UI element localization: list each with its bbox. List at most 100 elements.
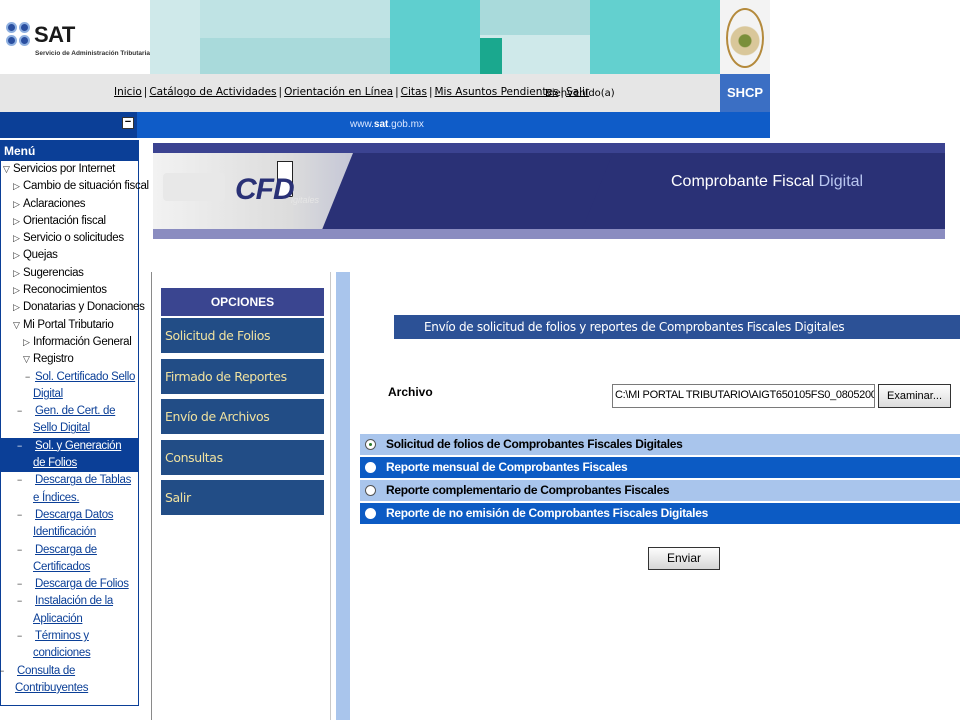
logo-subtitle: Servicio de Administración Tributaria: [35, 50, 150, 57]
sidebar-item-label: Aclaraciones: [23, 197, 86, 210]
sidebar-item-label: Mi Portal Tributario: [23, 318, 114, 331]
cfd-bottom-band: [153, 239, 945, 256]
option-salir[interactable]: Salir: [161, 480, 324, 515]
top-nav: Inicio | Catálogo de Actividades | Orientaci…: [0, 74, 720, 112]
file-path-input[interactable]: C:\MI PORTAL TRIBUTARIO\AIGT650105FS0_08…: [612, 384, 875, 408]
sidebar-link[interactable]: Términos y condiciones: [33, 630, 91, 659]
cfd-title-accent: Digital: [818, 173, 864, 190]
radio-icon[interactable]: [365, 508, 376, 519]
sidebar-link[interactable]: Sol. y Generación de Folios: [33, 440, 122, 469]
sidebar-item-sol-certificado[interactable]: − Sol. Certificado Sello Digital: [1, 369, 138, 404]
dash-icon: −: [17, 440, 22, 451]
section-title: Envío de solicitud de folios y reportes …: [394, 315, 960, 339]
sidebar-item-descarga-certificados[interactable]: − Descarga de Certificados: [1, 542, 138, 577]
dash-icon: −: [17, 544, 22, 555]
site-url: www.sat.gob.mx: [350, 119, 424, 130]
collapse-icon[interactable]: −: [122, 117, 134, 129]
sidebar-menu: Menú ▽ Servicios por Internet ▷ Cambio de …: [0, 140, 149, 706]
nav-link-catalogo[interactable]: Catálogo de Actividades: [149, 86, 276, 98]
nav-link-orientacion[interactable]: Orientación en Línea: [284, 86, 393, 98]
sidebar-item-servicio[interactable]: ▷ Servicio o solicitudes: [1, 230, 138, 247]
options-title: OPCIONES: [161, 288, 324, 316]
dash-icon: −: [25, 371, 30, 382]
sidebar-item-terminos[interactable]: − Términos y condiciones: [1, 628, 138, 663]
option-envio-archivos[interactable]: Envío de Archivos: [161, 399, 324, 434]
sidebar-link[interactable]: Descarga de Tablas e Índices.: [33, 474, 131, 503]
sidebar-item-label: Reconocimientos: [23, 284, 107, 297]
sidebar-link[interactable]: Descarga de Certificados: [33, 544, 97, 573]
sidebar-link[interactable]: Descarga Datos Identificación: [33, 509, 114, 538]
option-solicitud-folios[interactable]: Solicitud de Folios: [161, 318, 324, 353]
tree-collapsed-icon: ▷: [13, 302, 20, 313]
sidebar-item-cambio[interactable]: ▷ Cambio de situación fiscal: [1, 178, 149, 195]
send-button[interactable]: Enviar: [648, 547, 720, 570]
browse-button[interactable]: Examinar...: [878, 384, 951, 408]
radio-icon[interactable]: [365, 439, 376, 450]
shcp-button[interactable]: SHCP: [720, 74, 770, 112]
sidebar-item-label: Información General: [33, 335, 132, 348]
radio-option-solicitud[interactable]: Solicitud de folios de Comprobantes Fisc…: [360, 434, 960, 455]
sidebar-item-descarga-tablas[interactable]: − Descarga de Tablas e Índices.: [1, 472, 138, 507]
tree-collapsed-icon: ▷: [13, 267, 20, 278]
tree-collapsed-icon: ▷: [13, 198, 20, 209]
sidebar-item-label: Orientación fiscal: [23, 214, 106, 227]
sidebar-item-informacion[interactable]: ▷ Información General: [1, 334, 138, 351]
sidebar-item-label: Registro: [33, 353, 74, 366]
nav-link-inicio[interactable]: Inicio: [114, 86, 142, 98]
radio-icon[interactable]: [365, 485, 376, 496]
radio-option-no-emision[interactable]: Reporte de no emisión de Comprobantes Fi…: [360, 503, 960, 524]
file-label: Archivo: [388, 385, 433, 399]
radio-label: Reporte de no emisión de Comprobantes Fi…: [386, 506, 708, 520]
sidebar-item-label: Sugerencias: [23, 266, 84, 279]
sidebar-item-portal[interactable]: ▽ Mi Portal Tributario: [1, 317, 138, 334]
radio-icon[interactable]: [365, 462, 376, 473]
url-bar-left: [0, 112, 137, 138]
sidebar-item-instalacion[interactable]: − Instalación de la Aplicación: [1, 593, 138, 628]
cfd-logo-sub: igitales: [291, 195, 320, 205]
nav-link-asuntos[interactable]: Mis Asuntos Pendientes: [435, 86, 559, 98]
sidebar-item-consulta[interactable]: − Consulta de Contribuyentes: [0, 663, 138, 698]
sidebar-item-gen-cert[interactable]: − Gen. de Cert. de Sello Digital: [1, 403, 138, 438]
sidebar-item-quejas[interactable]: ▷ Quejas: [1, 247, 138, 264]
url-suffix: .gob.mx: [388, 119, 424, 130]
sidebar-item-donatarias[interactable]: ▷ Donatarias y Donaciones: [1, 299, 145, 316]
sidebar-item-descarga-folios[interactable]: − Descarga de Folios: [1, 576, 138, 593]
cfd-shape: [322, 153, 613, 229]
radio-label: Reporte mensual de Comprobantes Fiscales: [386, 460, 628, 474]
dash-icon: −: [17, 596, 22, 607]
dash-icon: −: [17, 631, 22, 642]
sidebar-item-servicios[interactable]: ▽ Servicios por Internet: [1, 161, 138, 178]
sidebar-item-registro[interactable]: ▽ Registro: [1, 351, 138, 368]
sidebar-item-sugerencias[interactable]: ▷ Sugerencias: [1, 265, 138, 282]
sat-logo[interactable]: SAT Servicio de Administración Tributari…: [0, 0, 150, 74]
sidebar-item-reconocimientos[interactable]: ▷ Reconocimientos: [1, 282, 138, 299]
sidebar-item-sol-folios[interactable]: − Sol. y Generación de Folios: [1, 437, 138, 473]
top-banner: SAT Servicio de Administración Tributari…: [0, 0, 770, 74]
options-divider: [336, 272, 350, 720]
sidebar-item-descarga-datos[interactable]: − Descarga Datos Identificación: [1, 507, 138, 542]
sidebar-link[interactable]: Sol. Certificado Sello Digital: [33, 371, 135, 400]
sidebar-link[interactable]: Consulta de Contribuyentes: [15, 665, 88, 694]
option-consultas[interactable]: Consultas: [161, 440, 324, 475]
tree-expanded-icon: ▽: [23, 354, 30, 365]
shcp-seal-icon: [726, 8, 764, 68]
cfd-title-main: Comprobante Fiscal: [671, 173, 819, 190]
sidebar-link[interactable]: Gen. de Cert. de Sello Digital: [33, 405, 116, 434]
option-firmado-reportes[interactable]: Firmado de Reportes: [161, 359, 324, 394]
menu-header: Menú: [1, 141, 138, 161]
radio-option-mensual[interactable]: Reporte mensual de Comprobantes Fiscales: [360, 457, 960, 478]
radio-option-complementario[interactable]: Reporte complementario de Comprobantes F…: [360, 480, 960, 501]
url-domain: sat: [373, 119, 389, 130]
tree-collapsed-icon: ▷: [13, 250, 20, 261]
sidebar-item-aclaraciones[interactable]: ▷ Aclaraciones: [1, 196, 138, 213]
sidebar-item-orientacion[interactable]: ▷ Orientación fiscal: [1, 213, 138, 230]
shcp-seal: [720, 0, 770, 74]
sidebar-item-label: Servicios por Internet: [13, 163, 116, 175]
tree-collapsed-icon: ▷: [23, 336, 30, 347]
sidebar-link[interactable]: Descarga de Folios: [35, 578, 129, 590]
sidebar-link[interactable]: Instalación de la Aplicación: [33, 595, 113, 624]
government-logo-icon: [163, 173, 225, 201]
nav-link-citas[interactable]: Citas: [401, 86, 427, 98]
dash-icon: −: [0, 665, 4, 676]
url-bar: − www.sat.gob.mx: [0, 112, 770, 138]
